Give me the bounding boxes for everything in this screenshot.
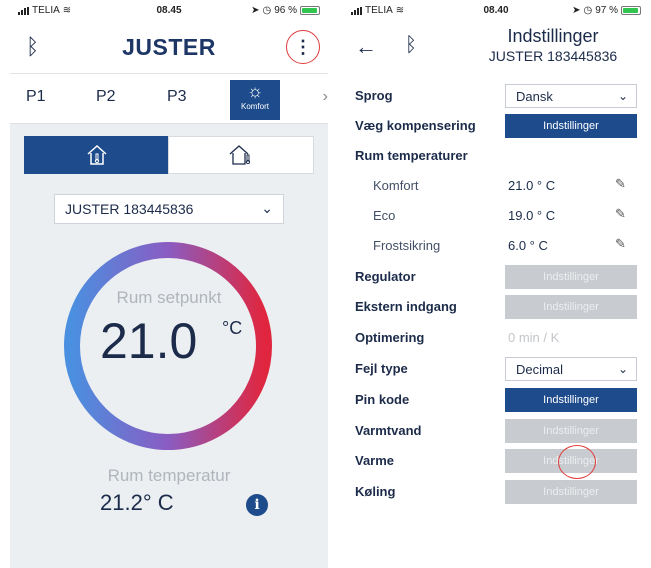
room-temperature-label: Rum temperatur <box>107 466 231 485</box>
chevron-down-icon: ⌄ <box>617 89 628 103</box>
app-header: ᛒ JUSTER ⋮ <box>10 22 328 74</box>
battery-percent: 96 % <box>274 5 297 16</box>
edit-frostsikring-pencil-icon[interactable]: ✎ <box>615 236 626 252</box>
label-pin-kode: Pin kode <box>355 392 410 407</box>
location-icon: ➤ <box>251 5 260 16</box>
device-select[interactable]: JUSTER 183445836 ⌄ <box>54 194 284 224</box>
location-icon: ➤ <box>572 5 581 16</box>
room-temperature-value: 21.2° C <box>100 490 174 515</box>
language-value: Dansk <box>516 88 553 104</box>
more-menu-button[interactable]: ⋮ <box>286 30 320 64</box>
tab-p1[interactable]: P1 <box>26 88 46 106</box>
label-varmtvand: Varmtvand <box>355 423 422 438</box>
battery-percent: 97 % <box>595 5 618 16</box>
bluetooth-icon[interactable]: ᛒ <box>405 34 417 57</box>
alarm-icon: ◷ <box>583 5 593 16</box>
label-regulator: Regulator <box>355 269 416 284</box>
mode-switch <box>24 136 314 174</box>
main-screen: TELIA ≋ 08.45 ➤ ◷ 96 % ᛒ JUSTER ⋮ P1 P2 … <box>10 0 328 568</box>
setpoint-label: Rum setpunkt <box>116 288 222 307</box>
regulator-button[interactable]: Indstillinger <box>505 265 637 289</box>
label-rum-temperaturer: Rum temperaturer <box>355 148 468 163</box>
tab-komfort[interactable]: ☼ Komfort <box>230 80 280 120</box>
language-select[interactable]: Dansk ⌄ <box>505 84 637 108</box>
koling-button[interactable]: Indstillinger <box>505 480 637 504</box>
tab-p2[interactable]: P2 <box>96 88 116 106</box>
status-bar: TELIA ≋ 08.45 ➤ ◷ 96 % <box>10 0 328 22</box>
chevron-right-icon[interactable]: › <box>323 88 328 106</box>
fejl-type-value: Decimal <box>516 361 563 377</box>
tab-komfort-label: Komfort <box>240 102 269 111</box>
mode-home-button[interactable] <box>24 136 170 174</box>
label-sprog: Sprog <box>355 88 393 103</box>
edit-komfort-pencil-icon[interactable]: ✎ <box>615 176 626 192</box>
setpoint-unit: °C <box>222 318 243 338</box>
app-title: JUSTER <box>122 34 216 60</box>
device-select-value: JUSTER 183445836 <box>65 201 194 217</box>
varmtvand-button[interactable]: Indstillinger <box>505 419 637 443</box>
status-bar: TELIA ≋ 08.40 ➤ ◷ 97 % <box>343 0 649 22</box>
pin-kode-button[interactable]: Indstillinger <box>505 388 637 412</box>
settings-subtitle: JUSTER 183445836 <box>488 48 618 64</box>
highlight-circle <box>558 445 596 479</box>
battery-icon <box>621 6 641 15</box>
more-vertical-icon: ⋮ <box>294 36 312 57</box>
label-komfort: Komfort <box>373 178 419 193</box>
mode-away-button[interactable] <box>168 136 314 174</box>
fejl-type-select[interactable]: Decimal ⌄ <box>505 357 637 381</box>
label-ekstern-indgang: Ekstern indgang <box>355 299 457 314</box>
settings-header: ← ᛒ Indstillinger JUSTER 183445836 <box>343 22 649 72</box>
setpoint-value: 21.0 <box>100 313 198 369</box>
eco-value: 19.0 ° C <box>508 208 556 223</box>
label-varme: Varme <box>355 453 395 468</box>
battery-icon <box>300 6 320 15</box>
tab-p3[interactable]: P3 <box>167 88 187 106</box>
status-right: ➤ ◷ 96 % <box>251 5 320 16</box>
program-tabs: P1 P2 P3 ☼ Komfort › <box>10 74 328 124</box>
label-vaeg-kompensering: Væg kompensering <box>355 118 476 133</box>
chevron-down-icon: ⌄ <box>261 200 273 216</box>
komfort-value: 21.0 ° C <box>508 178 556 193</box>
back-arrow-icon[interactable]: ← <box>355 34 377 60</box>
edit-eco-pencil-icon[interactable]: ✎ <box>615 206 626 222</box>
ekstern-indgang-button[interactable]: Indstillinger <box>505 295 637 319</box>
label-optimering: Optimering <box>355 330 425 345</box>
house-thermometer-icon <box>229 145 251 165</box>
status-right: ➤ ◷ 97 % <box>572 5 641 16</box>
settings-title: Indstillinger <box>507 26 599 46</box>
frostsikring-value: 6.0 ° C <box>508 238 548 253</box>
sun-icon: ☼ <box>246 81 264 101</box>
label-frostsikring: Frostsikring <box>373 238 441 253</box>
home-thermometer-icon <box>87 144 107 165</box>
vaeg-kompensering-button[interactable]: Indstillinger <box>505 114 637 138</box>
label-koling: Køling <box>355 484 396 499</box>
label-eco: Eco <box>373 208 396 223</box>
optimering-value: 0 min / K <box>508 330 560 345</box>
chevron-down-icon: ⌄ <box>617 362 628 376</box>
label-fejl-type: Fejl type <box>355 361 408 376</box>
alarm-icon: ◷ <box>262 5 272 16</box>
info-icon[interactable]: i <box>246 494 268 516</box>
settings-screen: TELIA ≋ 08.40 ➤ ◷ 97 % ← ᛒ Indstillinger… <box>343 0 649 568</box>
